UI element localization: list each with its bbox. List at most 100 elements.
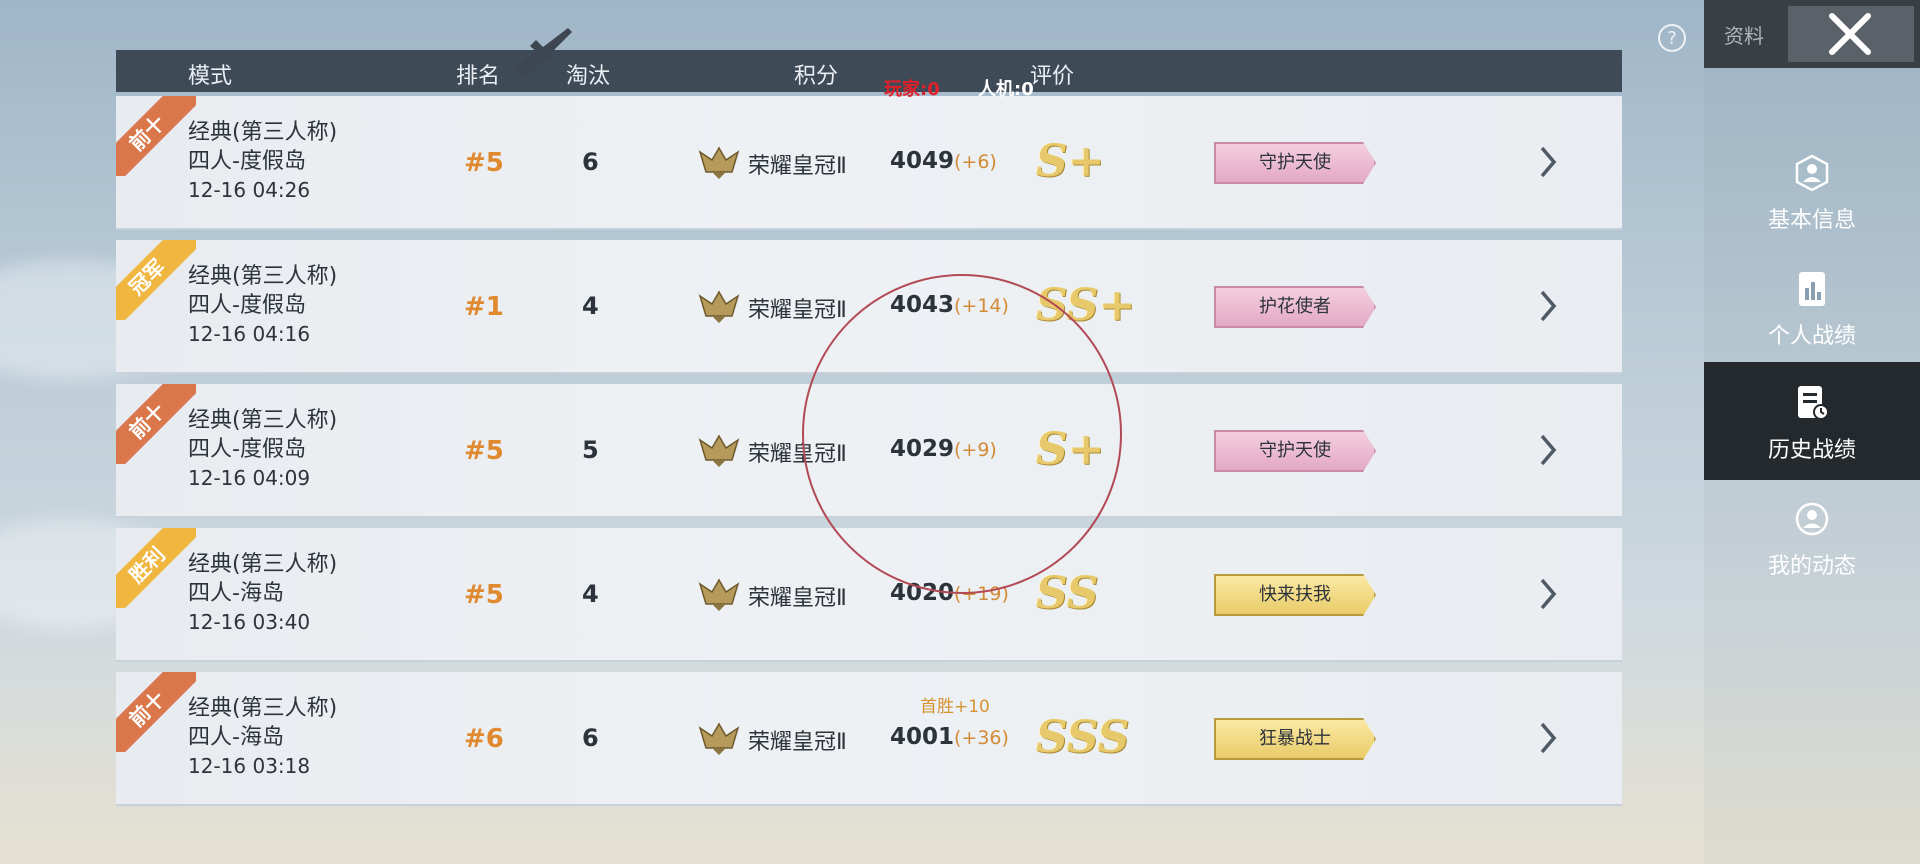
plane-icon — [513, 28, 572, 76]
overlay-bots: 人机:0 — [978, 79, 1034, 100]
history-table: 模式 排名 淘汰 积分 评价 前十 经典(第三人称) 四人-度假岛 12-16 04:… — [116, 28, 1622, 864]
match-score: 4049(+6) — [890, 148, 997, 174]
match-map: 四人-度假岛 — [188, 437, 306, 462]
match-kills: 5 — [582, 436, 599, 464]
crown-tier-icon — [698, 290, 740, 323]
chevron-right-icon[interactable] — [1534, 286, 1562, 326]
sidebar-topbar: 资料 — [1704, 0, 1920, 68]
sidebar-item-moments[interactable]: 我的动态 — [1704, 478, 1920, 596]
crown-tier-icon — [698, 146, 740, 179]
overlay-players: 玩家:0 — [884, 79, 940, 100]
score-value: 4049 — [890, 148, 955, 174]
match-rank: #5 — [464, 436, 504, 466]
match-score: 4020(+19) — [890, 580, 1009, 606]
score-delta: (+14) — [954, 295, 1009, 317]
match-mode: 经典(第三人称) — [188, 696, 338, 721]
match-kills: 4 — [582, 292, 599, 320]
help-icon[interactable]: ? — [1656, 22, 1688, 54]
result-ribbon: 前十 — [116, 672, 196, 752]
score-value: 4001 — [890, 724, 955, 750]
match-mode-info: 经典(第三人称) 四人-度假岛 12-16 04:26 — [188, 118, 337, 205]
chevron-right-icon[interactable] — [1534, 574, 1562, 614]
profile-icon — [1795, 154, 1829, 192]
svg-text:?: ? — [1667, 28, 1677, 49]
match-grade: SS — [1036, 568, 1099, 619]
chevron-right-icon[interactable] — [1534, 718, 1562, 758]
match-tier: 荣耀皇冠Ⅱ — [748, 154, 847, 179]
sidebar-item-personal-stats[interactable]: 个人战绩 — [1704, 248, 1920, 366]
first-win-bonus: 首胜+10 — [920, 697, 990, 717]
match-mode-info: 经典(第三人称) 四人-海岛 12-16 03:18 — [188, 694, 337, 781]
match-rank: #5 — [464, 580, 504, 610]
match-title-badge[interactable]: 快来扶我 — [1214, 574, 1376, 616]
match-grade: SSS — [1036, 712, 1130, 763]
match-date: 12-16 04:26 — [188, 178, 311, 202]
match-rank: #6 — [464, 724, 504, 754]
result-ribbon-label: 胜利 — [116, 528, 196, 608]
match-mode-info: 经典(第三人称) 四人-度假岛 12-16 04:16 — [188, 262, 337, 349]
close-icon — [1829, 13, 1871, 55]
match-tier: 荣耀皇冠Ⅱ — [748, 586, 847, 611]
match-grade: SS+ — [1036, 280, 1136, 331]
close-button[interactable] — [1788, 6, 1914, 62]
history-icon — [1798, 386, 1829, 420]
chevron-right-icon[interactable] — [1534, 430, 1562, 470]
match-row[interactable]: 胜利 经典(第三人称) 四人-海岛 12-16 03:40 #5 4 荣耀皇冠Ⅱ 4020(+… — [116, 528, 1622, 662]
match-kills: 6 — [582, 724, 599, 752]
match-mode-info: 经典(第三人称) 四人-度假岛 12-16 04:09 — [188, 406, 337, 493]
score-delta: (+36) — [954, 727, 1009, 749]
match-mode: 经典(第三人称) — [188, 552, 338, 577]
match-rank: #5 — [464, 148, 504, 178]
chevron-right-icon[interactable] — [1534, 142, 1562, 182]
header-rank: 排名 — [456, 64, 501, 89]
match-row[interactable]: 前十 经典(第三人称) 四人-度假岛 12-16 04:26 #5 6 荣耀皇冠Ⅱ 4049(… — [116, 96, 1622, 230]
match-kills: 6 — [582, 148, 599, 176]
result-ribbon-label: 冠军 — [116, 240, 196, 320]
match-map: 四人-海岛 — [188, 581, 284, 606]
match-tier: 荣耀皇冠Ⅱ — [748, 730, 847, 755]
profile-tab-label[interactable]: 资料 — [1724, 20, 1764, 49]
result-ribbon-label: 前十 — [116, 384, 196, 464]
match-map: 四人-海岛 — [188, 725, 284, 750]
match-title-badge[interactable]: 护花使者 — [1214, 286, 1376, 328]
match-score: 4043(+14) — [890, 292, 1009, 318]
score-value: 4029 — [890, 436, 955, 462]
crown-tier-icon — [698, 434, 740, 467]
match-rank: #1 — [464, 292, 504, 322]
match-title-badge[interactable]: 狂暴战士 — [1214, 718, 1376, 760]
match-date: 12-16 03:40 — [188, 610, 311, 634]
match-title-badge[interactable]: 守护天使 — [1214, 430, 1376, 472]
result-ribbon: 前十 — [116, 384, 196, 464]
sidebar-item-label: 历史战绩 — [1767, 438, 1856, 463]
result-ribbon-label: 前十 — [116, 672, 196, 752]
match-title-badge[interactable]: 守护天使 — [1214, 142, 1376, 184]
score-delta: (+6) — [954, 151, 997, 173]
match-row[interactable]: 前十 经典(第三人称) 四人-海岛 12-16 03:18 #6 6 荣耀皇冠Ⅱ 首胜+10 4… — [116, 672, 1622, 806]
match-row[interactable]: 前十 经典(第三人称) 四人-度假岛 12-16 04:09 #5 5 荣耀皇冠Ⅱ 4029(… — [116, 384, 1622, 518]
crown-tier-icon — [698, 722, 740, 755]
moments-icon — [1795, 502, 1829, 536]
result-ribbon: 胜利 — [116, 528, 196, 608]
score-delta: (+9) — [954, 439, 997, 461]
score-value: 4020 — [890, 580, 955, 606]
match-date: 12-16 04:09 — [188, 466, 311, 490]
sidebar-item-history[interactable]: 历史战绩 — [1704, 362, 1920, 480]
match-mode: 经典(第三人称) — [188, 408, 338, 433]
sidebar-item-basic-info[interactable]: 基本信息 — [1704, 132, 1920, 250]
match-date: 12-16 04:16 — [188, 322, 311, 346]
score-value: 4043 — [890, 292, 955, 318]
result-ribbon: 冠军 — [116, 240, 196, 320]
score-delta: (+19) — [954, 583, 1009, 605]
match-score: 4029(+9) — [890, 436, 997, 462]
match-map: 四人-度假岛 — [188, 149, 306, 174]
crown-tier-icon — [698, 578, 740, 611]
match-mode: 经典(第三人称) — [188, 264, 338, 289]
result-ribbon-label: 前十 — [116, 96, 196, 176]
match-row[interactable]: 冠军 经典(第三人称) 四人-度假岛 12-16 04:16 #1 4 荣耀皇冠Ⅱ 4043(… — [116, 240, 1622, 374]
header-score: 积分 — [794, 64, 839, 89]
match-tier: 荣耀皇冠Ⅱ — [748, 298, 847, 323]
sidebar-item-label: 基本信息 — [1767, 208, 1856, 233]
match-score: 4001(+36) — [890, 724, 1009, 750]
table-header: 模式 排名 淘汰 积分 评价 — [116, 50, 1622, 92]
match-grade: S+ — [1036, 424, 1105, 475]
